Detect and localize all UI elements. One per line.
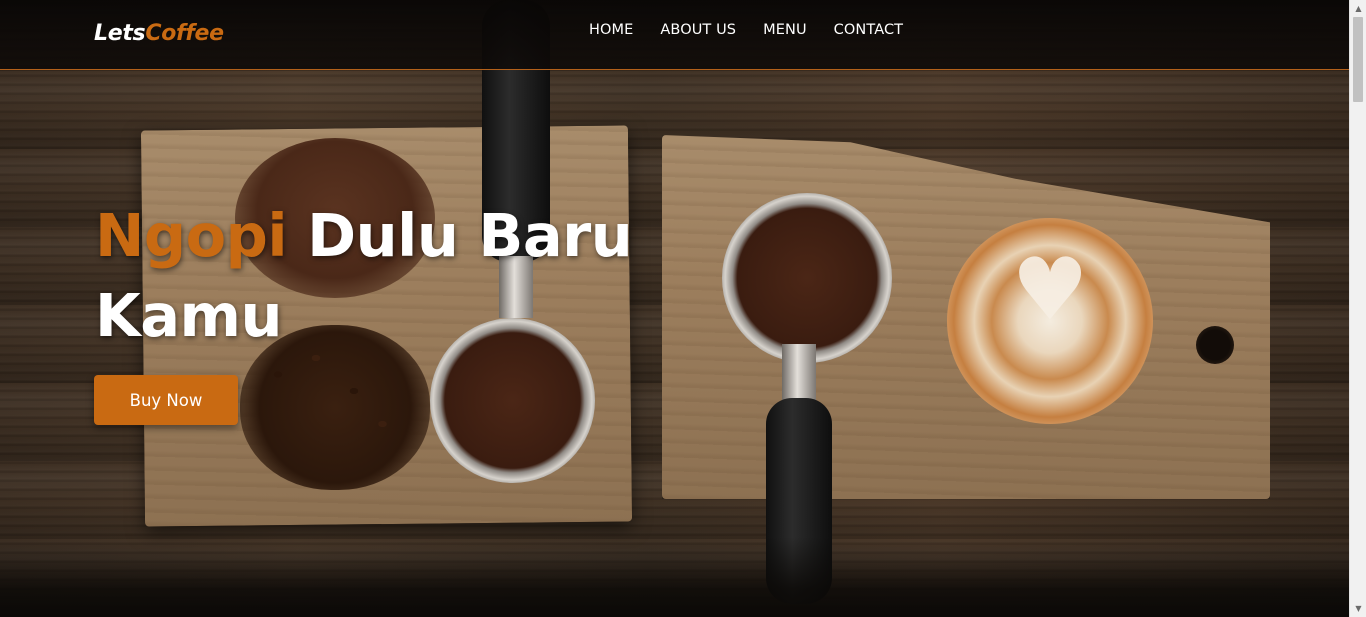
- navbar: LetsCoffee HOME ABOUT US MENU CONTACT: [0, 0, 1349, 70]
- logo-text-lets: Lets: [94, 21, 146, 46]
- latte-art-heart-icon: ♥: [1011, 240, 1089, 340]
- hero-headline-accent: Ngopi: [95, 201, 288, 270]
- nav-about-us-link[interactable]: ABOUT US: [660, 19, 736, 41]
- board-handle-hole: [1196, 326, 1234, 364]
- portafilter-basket-right: [722, 193, 892, 363]
- scroll-up-arrow-icon[interactable]: ▲: [1350, 0, 1366, 17]
- nav-home-link[interactable]: HOME: [589, 19, 633, 41]
- logo[interactable]: LetsCoffee: [94, 19, 224, 49]
- buy-now-button[interactable]: Buy Now: [94, 375, 238, 425]
- scrollbar-thumb[interactable]: [1353, 17, 1363, 102]
- nav-contact-link[interactable]: CONTACT: [834, 19, 903, 41]
- hero-bottom-fade: [0, 537, 1349, 617]
- nav-menu-link[interactable]: MENU: [763, 19, 807, 41]
- hero-headline: Ngopi Dulu Baru Kamu: [95, 196, 635, 356]
- portafilter-neck-bottom: [782, 344, 816, 402]
- main-nav: HOME ABOUT US MENU CONTACT: [589, 19, 903, 41]
- vertical-scrollbar[interactable]: ▲ ▼: [1349, 0, 1366, 617]
- scroll-down-arrow-icon[interactable]: ▼: [1350, 600, 1366, 617]
- logo-text-coffee: Coffee: [145, 21, 224, 46]
- hero-section: ♥ Ngopi Dulu Baru Kamu Buy Now: [0, 0, 1349, 617]
